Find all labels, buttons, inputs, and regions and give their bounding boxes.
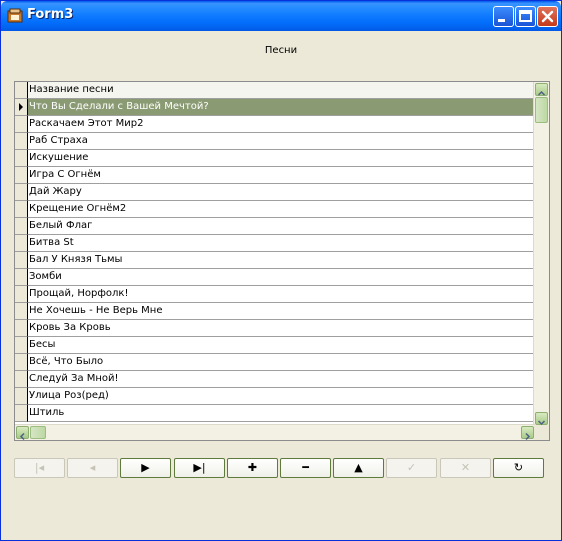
last-record-icon: ▶| [193, 461, 206, 474]
table-row[interactable]: Бесы [28, 337, 537, 354]
table-row[interactable]: Крещение Огнём2 [28, 201, 537, 218]
chevron-right-icon [525, 432, 531, 441]
table-row[interactable]: Раб Страха [28, 133, 537, 150]
row-indicator-cell[interactable] [15, 337, 28, 354]
refresh-button[interactable]: ↻ [493, 458, 544, 478]
x-icon: ✕ [460, 461, 471, 474]
checkmark-icon: ✓ [406, 461, 417, 474]
scroll-left-button[interactable] [16, 426, 29, 441]
row-indicator-cell[interactable] [15, 303, 28, 320]
table-row[interactable]: Игра С Огнём [28, 167, 537, 184]
form-window: Form3 Песни Название песни Что Вы Сделали… [0, 0, 562, 541]
row-indicator-cell[interactable] [15, 133, 28, 150]
row-indicator-cell[interactable] [15, 218, 28, 235]
plus-icon: ✚ [247, 461, 258, 474]
title-bar[interactable]: Form3 [1, 1, 561, 31]
cancel-button[interactable]: ✕ [440, 458, 491, 478]
scroll-right-button[interactable] [521, 426, 534, 441]
row-indicator-cell[interactable] [15, 201, 28, 218]
app-icon[interactable] [7, 8, 23, 24]
table-row[interactable]: Битва St [28, 235, 537, 252]
table-row[interactable]: Кровь За Кровь [28, 320, 537, 337]
first-record-icon: |◂ [34, 461, 45, 474]
close-icon [541, 10, 554, 23]
scroll-up-button[interactable] [535, 83, 548, 96]
songs-label: Песни [264, 45, 298, 56]
scrollbar-corner [534, 425, 549, 440]
chevron-left-icon [19, 432, 25, 441]
row-indicator-cell[interactable] [15, 371, 28, 388]
row-indicator-cell[interactable] [15, 354, 28, 371]
row-indicator-cell[interactable] [15, 320, 28, 337]
close-button[interactable] [537, 6, 558, 27]
row-indicator-cell[interactable] [15, 286, 28, 303]
maximize-button[interactable] [515, 6, 536, 27]
vertical-scroll-thumb[interactable] [535, 97, 548, 123]
row-indicator-cell[interactable] [15, 167, 28, 184]
table-row-selected[interactable]: Что Вы Сделали с Вашей Мечтой? [28, 99, 537, 116]
table-row[interactable]: Следуй За Мной! [28, 371, 537, 388]
minus-icon: ━ [302, 461, 309, 474]
window-title: Form3 [27, 7, 74, 22]
row-indicator-cell[interactable] [15, 184, 28, 201]
scroll-down-button[interactable] [535, 412, 548, 426]
table-row[interactable]: Искушение [28, 150, 537, 167]
table-row[interactable]: Всё, Что Было [28, 354, 537, 371]
table-row[interactable]: Дай Жару [28, 184, 537, 201]
row-indicator-cell[interactable] [15, 99, 28, 116]
table-row[interactable]: Раскачаем Этот Мир2 [28, 116, 537, 133]
next-record-icon: ▶ [141, 461, 150, 474]
header-indicator-cell [15, 82, 28, 99]
next-button[interactable]: ▶ [120, 458, 171, 478]
songs-grid[interactable]: Название песни Что Вы Сделали с Вашей Меч… [14, 81, 550, 441]
row-indicator-cell[interactable] [15, 252, 28, 269]
first-button[interactable]: |◂ [14, 458, 65, 478]
form-client-area: Песни Название песни Что Вы Сделали с Ваш… [4, 31, 558, 538]
edit-button[interactable]: ▲ [333, 458, 384, 478]
horizontal-scroll-thumb[interactable] [30, 426, 46, 439]
row-indicator-cell[interactable] [15, 235, 28, 252]
table-row[interactable]: Белый Флаг [28, 218, 537, 235]
row-indicator-cell[interactable] [15, 405, 28, 422]
last-button[interactable]: ▶| [174, 458, 225, 478]
current-row-arrow-icon [19, 103, 23, 111]
up-triangle-icon: ▲ [354, 461, 363, 474]
vertical-scrollbar[interactable] [533, 82, 549, 426]
row-indicator-cell[interactable] [15, 388, 28, 405]
table-row[interactable]: Бал У Князя Тьмы [28, 252, 537, 269]
row-indicator-cell[interactable] [15, 116, 28, 133]
delete-button[interactable]: ━ [280, 458, 331, 478]
column-header-song-name[interactable]: Название песни [28, 82, 537, 99]
table-row[interactable]: Штиль [28, 405, 537, 422]
row-indicator-cell[interactable] [15, 269, 28, 286]
row-indicator-cell[interactable] [15, 150, 28, 167]
post-button[interactable]: ✓ [386, 458, 437, 478]
table-row[interactable]: Прощай, Норфолк! [28, 286, 537, 303]
table-row[interactable]: Не Хочешь - Не Верь Мне [28, 303, 537, 320]
table-row[interactable]: Зомби [28, 269, 537, 286]
prior-button[interactable]: ◂ [67, 458, 118, 478]
minimize-icon [498, 19, 505, 22]
table-row[interactable]: Улица Роз(ред) [28, 388, 537, 405]
horizontal-scrollbar[interactable] [15, 424, 536, 441]
prior-record-icon: ◂ [89, 461, 96, 474]
minimize-button[interactable] [493, 6, 514, 27]
maximize-icon [519, 10, 532, 22]
refresh-icon: ↻ [513, 461, 524, 474]
insert-button[interactable]: ✚ [227, 458, 278, 478]
